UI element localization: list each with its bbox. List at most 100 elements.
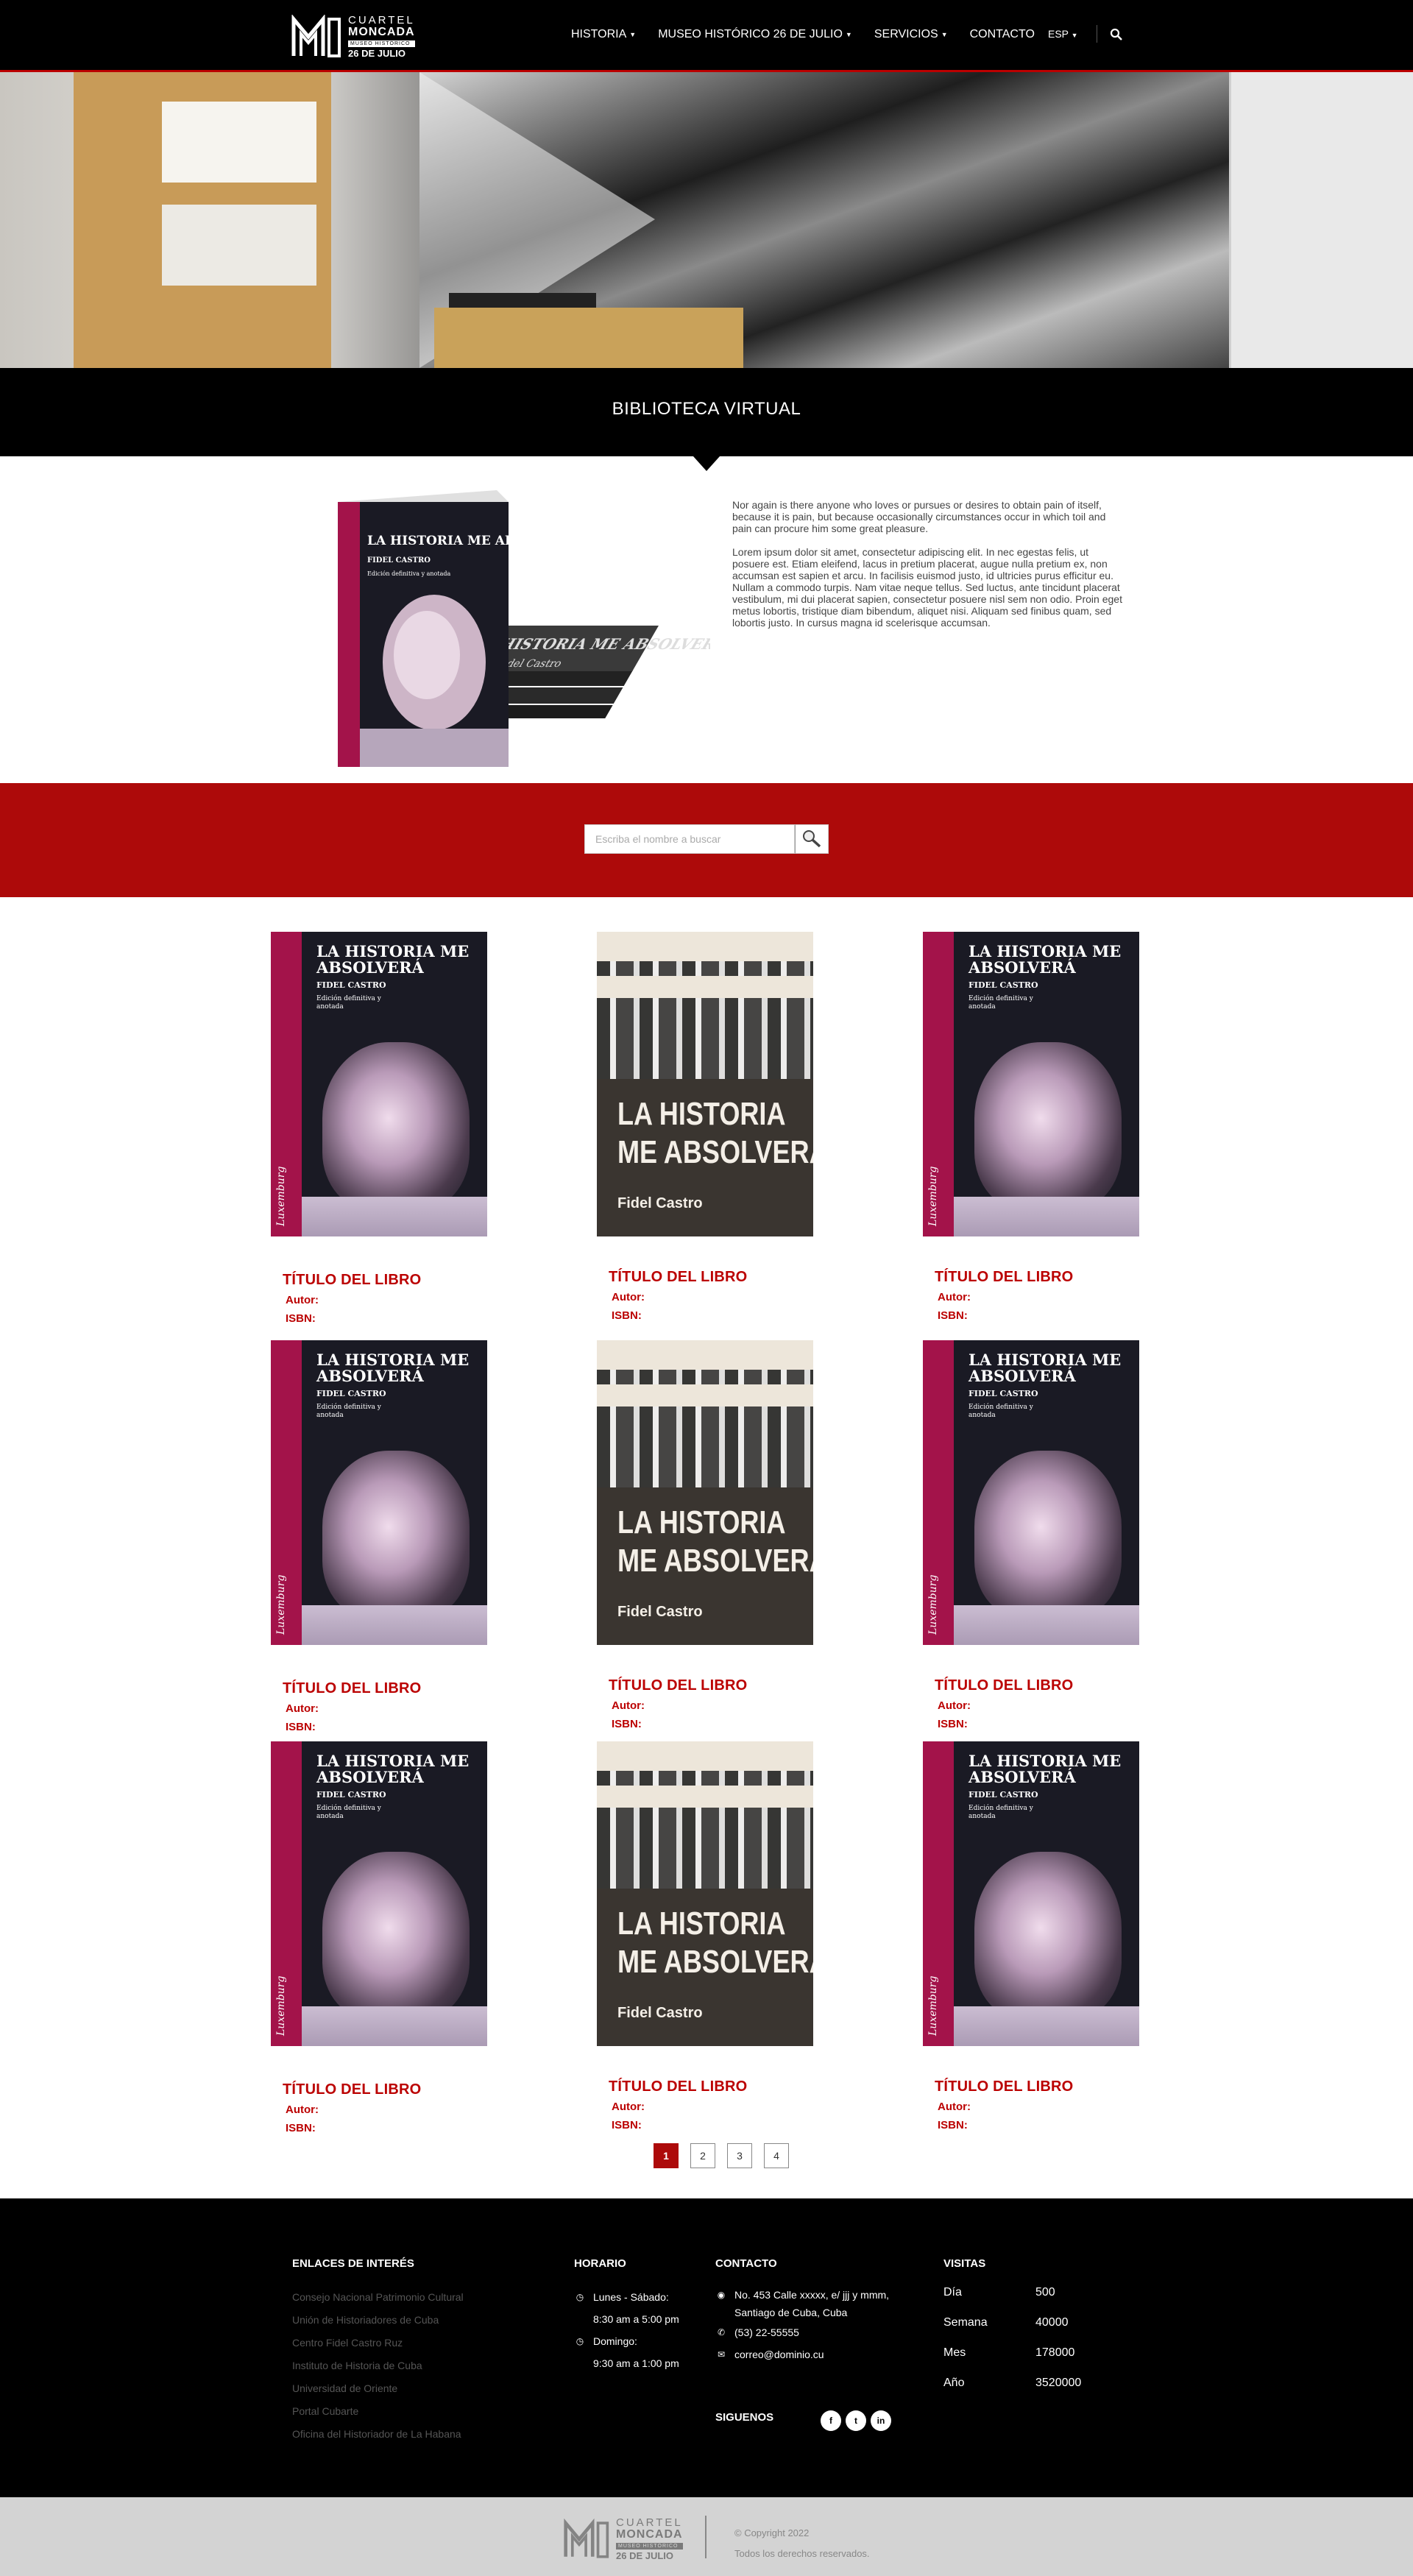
book-title[interactable]: TÍTULO DEL LIBRO bbox=[283, 2081, 489, 2098]
cover-portrait bbox=[974, 1451, 1122, 1620]
footer-link[interactable]: Centro Fidel Castro Ruz bbox=[292, 2332, 464, 2354]
book-isbn-label: ISBN: bbox=[286, 1721, 316, 1733]
cover-title: LA HISTORIA ME ABSOLVERÁ bbox=[316, 1752, 470, 1786]
footer-links-heading: ENLACES DE INTERÉS bbox=[292, 2257, 414, 2270]
book-cover[interactable]: LA HISTORIA ME ABSOLVERÁ FIDEL CASTRO Edic… bbox=[923, 1340, 1139, 1645]
book-cover[interactable]: LA HISTORIA ME ABSOLVERÁ FIDEL CASTRO Edic… bbox=[271, 1741, 487, 2046]
contact-email-row[interactable]: ✉ correo@dominio.cu bbox=[715, 2343, 921, 2366]
cover-title-line: LA HISTORIA bbox=[617, 1906, 786, 1942]
linkedin-icon[interactable]: in bbox=[871, 2410, 891, 2431]
cover-portrait bbox=[322, 1852, 470, 2021]
book-card[interactable]: LA HISTORIA ME ABSOLVERÁ FIDEL CASTRO Edic… bbox=[271, 1340, 489, 1733]
moncada-logo-icon bbox=[291, 15, 341, 57]
logo-line2: MONCADA bbox=[348, 25, 415, 38]
bottom-divider bbox=[705, 2516, 706, 2558]
cover-subtitle: Edición definitiva y anotada bbox=[968, 1805, 1033, 1820]
book-card[interactable]: LA HISTORIA ME ABSOLVERÁ FIDEL CASTRO Edic… bbox=[923, 932, 1141, 1322]
hero-shelf bbox=[74, 72, 331, 368]
book-title[interactable]: TÍTULO DEL LIBRO bbox=[935, 1677, 1141, 1694]
book-card[interactable]: LA HISTORIA ME ABSOLVERA Fidel Castro TÍTUL… bbox=[597, 932, 815, 1322]
title-arrow bbox=[693, 456, 720, 471]
cover-subtitle: Edición definitiva y anotada bbox=[316, 995, 381, 1011]
book-card[interactable]: LA HISTORIA ME ABSOLVERÁ FIDEL CASTRO Edic… bbox=[271, 932, 489, 1325]
book-title[interactable]: TÍTULO DEL LIBRO bbox=[283, 1680, 489, 1697]
book-title[interactable]: TÍTULO DEL LIBRO bbox=[609, 1269, 815, 1286]
footer-link[interactable]: Universidad de Oriente bbox=[292, 2377, 464, 2400]
book-card[interactable]: LA HISTORIA ME ABSOLVERÁ FIDEL CASTRO Edic… bbox=[923, 1340, 1141, 1730]
book-meta: TÍTULO DEL LIBRO Autor: ISBN: bbox=[597, 2078, 815, 2131]
book-title[interactable]: TÍTULO DEL LIBRO bbox=[935, 1269, 1141, 1286]
book-card[interactable]: LA HISTORIA ME ABSOLVERÁ FIDEL CASTRO Edic… bbox=[923, 1741, 1141, 2131]
nav-historia[interactable]: HISTORIA ▼ bbox=[571, 28, 636, 41]
book-meta: TÍTULO DEL LIBRO Autor: ISBN: bbox=[271, 1272, 489, 1325]
footer-logo[interactable]: CUARTEL MONCADA MUSEO HISTÓRICO 26 DE JU… bbox=[563, 2517, 683, 2561]
visits-label: Mes bbox=[943, 2346, 966, 2359]
cover-title: LA HISTORIA ME ABSOLVERA bbox=[617, 1095, 813, 1172]
book-isbn-label: ISBN: bbox=[938, 2119, 968, 2131]
book-card[interactable]: LA HISTORIA ME ABSOLVERA Fidel Castro TÍTUL… bbox=[597, 1741, 815, 2131]
footer-link[interactable]: Unión de Historiadores de Cuba bbox=[292, 2309, 464, 2332]
book-title[interactable]: TÍTULO DEL LIBRO bbox=[935, 2078, 1141, 2095]
book-card[interactable]: LA HISTORIA ME ABSOLVERA Fidel Castro TÍTUL… bbox=[597, 1340, 815, 1730]
book-cover[interactable]: LA HISTORIA ME ABSOLVERÁ FIDEL CASTRO Edic… bbox=[271, 932, 487, 1236]
schedule-hours: 9:30 am a 1:00 pm bbox=[593, 2357, 679, 2369]
page-button-4[interactable]: 4 bbox=[764, 2143, 789, 2168]
footer-link[interactable]: Oficina del Historiador de La Habana bbox=[292, 2423, 464, 2446]
page-button-1[interactable]: 1 bbox=[654, 2143, 679, 2168]
hero-shelf-compartment bbox=[162, 205, 316, 286]
cover-portrait bbox=[974, 1852, 1122, 2021]
site-logo[interactable]: CUARTEL MONCADA MUSEO HISTÓRICO 26 DE JU… bbox=[291, 15, 415, 59]
visits-label: Día bbox=[943, 2286, 962, 2299]
cover-publisher: Luxemburg bbox=[275, 1166, 287, 1226]
book-isbn-label: ISBN: bbox=[938, 1718, 968, 1730]
book-cover[interactable]: LA HISTORIA ME ABSOLVERÁ FIDEL CASTRO Edic… bbox=[923, 1741, 1139, 2046]
cover-author: Fidel Castro bbox=[617, 1604, 703, 1620]
page-button-2[interactable]: 2 bbox=[690, 2143, 715, 2168]
book-cover[interactable]: LA HISTORIA ME ABSOLVERÁ FIDEL CASTRO Edic… bbox=[271, 1340, 487, 1645]
facebook-icon[interactable]: f bbox=[821, 2410, 841, 2431]
book-title[interactable]: TÍTULO DEL LIBRO bbox=[609, 1677, 815, 1694]
book-title[interactable]: TÍTULO DEL LIBRO bbox=[283, 1272, 489, 1289]
book-author-label: Autor: bbox=[286, 1702, 319, 1715]
book-cover[interactable]: LA HISTORIA ME ABSOLVERA Fidel Castro bbox=[597, 1340, 813, 1645]
nav-museo[interactable]: MUSEO HISTÓRICO 26 DE JULIO ▼ bbox=[658, 28, 852, 41]
cover-title: LA HISTORIA ME ABSOLVERA bbox=[617, 1504, 813, 1580]
nav-servicios[interactable]: SERVICIOS ▼ bbox=[874, 28, 948, 41]
book-cover[interactable]: LA HISTORIA ME ABSOLVERA Fidel Castro bbox=[597, 932, 813, 1236]
nav-contacto[interactable]: CONTACTO bbox=[970, 28, 1035, 41]
cover-portrait-shirt bbox=[954, 1605, 1139, 1645]
page-button-3[interactable]: 3 bbox=[727, 2143, 752, 2168]
footer-link[interactable]: Portal Cubarte bbox=[292, 2400, 464, 2423]
book-search bbox=[584, 824, 829, 854]
page: CUARTEL MONCADA MUSEO HISTÓRICO 26 DE JU… bbox=[0, 0, 1413, 2576]
cover-publisher: Luxemburg bbox=[927, 1975, 939, 2036]
book-card[interactable]: LA HISTORIA ME ABSOLVERÁ FIDEL CASTRO Edic… bbox=[271, 1741, 489, 2134]
chevron-down-icon: ▼ bbox=[629, 31, 637, 38]
book-meta: TÍTULO DEL LIBRO Autor: ISBN: bbox=[271, 1680, 489, 1733]
cover-title-line: ME ABSOLVERA bbox=[617, 1134, 813, 1170]
cover-portrait-shirt bbox=[302, 1197, 487, 1236]
visits-heading: VISITAS bbox=[943, 2257, 986, 2270]
cover-title: LA HISTORIA ME ABSOLVERÁ bbox=[367, 533, 583, 548]
language-label: ESP bbox=[1048, 28, 1069, 40]
cover-author: Fidel Castro bbox=[617, 1195, 703, 1211]
bottom-bar bbox=[0, 2497, 1413, 2576]
language-selector[interactable]: ESP ▼ bbox=[1048, 28, 1078, 40]
footer-link[interactable]: Instituto de Historia de Cuba bbox=[292, 2354, 464, 2377]
cover-title-line: ME ABSOLVERA bbox=[617, 1944, 813, 1980]
book-cover[interactable]: LA HISTORIA ME ABSOLVERÁ FIDEL CASTRO Edic… bbox=[923, 932, 1139, 1236]
cover-author: FIDEL CASTRO bbox=[968, 1790, 1038, 1800]
back-cover-title: HISTORIA ME ABSOLVERÁ bbox=[495, 635, 710, 654]
nav-label: CONTACTO bbox=[969, 28, 1035, 40]
book-search-input[interactable] bbox=[584, 824, 795, 854]
cover-author: FIDEL CASTRO bbox=[316, 980, 386, 990]
book-author-label: Autor: bbox=[938, 2101, 971, 2113]
search-submit-button[interactable] bbox=[795, 824, 829, 854]
rights-text: Todos los derechos reservados. bbox=[734, 2548, 870, 2559]
search-icon[interactable] bbox=[1110, 28, 1123, 41]
twitter-icon[interactable]: t bbox=[846, 2410, 866, 2431]
book-cover[interactable]: LA HISTORIA ME ABSOLVERA Fidel Castro bbox=[597, 1741, 813, 2046]
footer-link[interactable]: Consejo Nacional Patrimonio Cultural bbox=[292, 2286, 464, 2309]
cover-title-line: ME ABSOLVERA bbox=[617, 1543, 813, 1579]
book-title[interactable]: TÍTULO DEL LIBRO bbox=[609, 2078, 815, 2095]
